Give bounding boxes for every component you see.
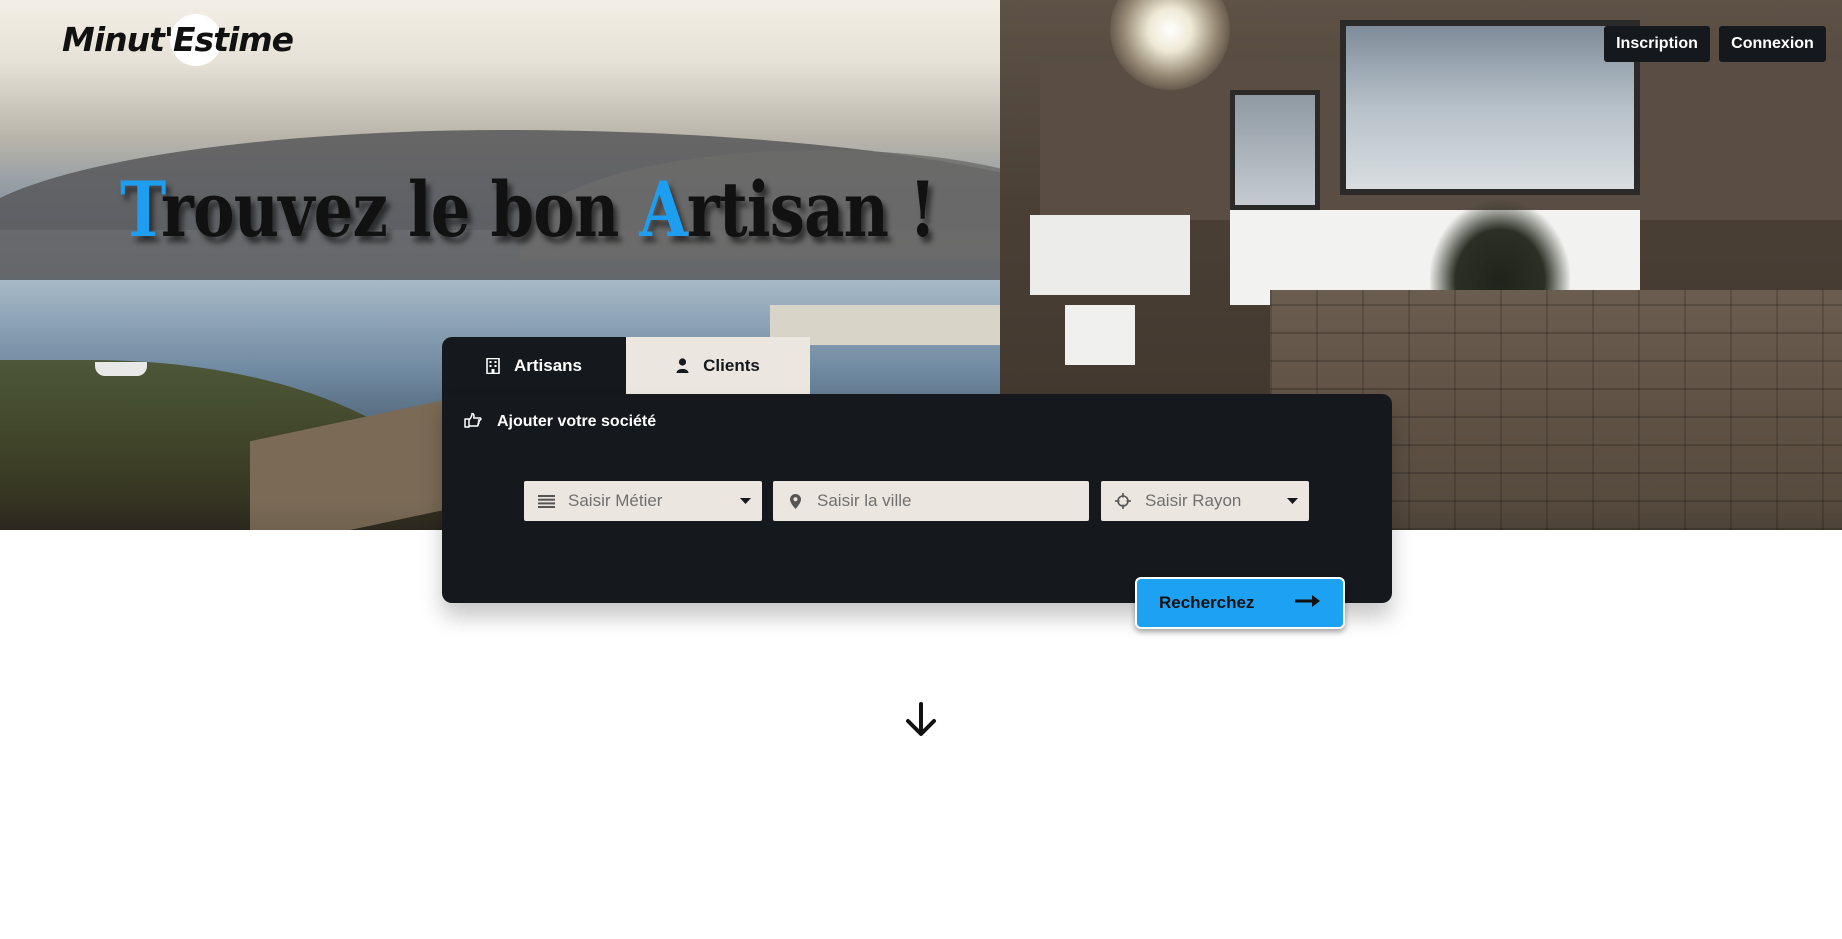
title-accent-letter: A: [639, 165, 687, 254]
inscription-button[interactable]: Inscription: [1604, 26, 1710, 62]
search-button-label: Recherchez: [1159, 593, 1255, 612]
search-button[interactable]: Recherchez: [1135, 577, 1345, 629]
arrow-right-icon: [1295, 593, 1321, 613]
add-company-link[interactable]: Ajouter votre société: [464, 410, 656, 434]
building-window: [1340, 20, 1640, 195]
connexion-button[interactable]: Connexion: [1719, 26, 1826, 62]
crosshairs-icon: [1101, 493, 1145, 509]
caret-down-icon: [1275, 498, 1309, 504]
caret-down-icon: [728, 498, 762, 504]
plant: [1430, 200, 1570, 290]
metier-placeholder: Saisir Métier: [568, 491, 663, 510]
rayon-select[interactable]: Saisir Rayon: [1101, 481, 1309, 521]
logo-text: Minut'Estime: [62, 19, 294, 59]
balcony-lower: [1030, 215, 1190, 295]
user-icon: [676, 358, 689, 373]
hand-point-right-icon: [464, 412, 482, 433]
title-accent-letter: T: [120, 165, 162, 254]
rayon-placeholder: Saisir Rayon: [1145, 491, 1242, 510]
metier-select[interactable]: Saisir Métier: [524, 481, 762, 521]
tab-clients[interactable]: Clients: [626, 337, 810, 394]
map-marker-icon: [773, 493, 817, 509]
arrow-down-icon[interactable]: [905, 702, 937, 738]
tab-clients-label: Clients: [703, 355, 760, 375]
ville-placeholder: Saisir la ville: [817, 491, 912, 510]
building-icon: [486, 357, 500, 374]
tab-artisans-label: Artisans: [513, 355, 583, 375]
wall-block: [1065, 305, 1135, 365]
logo[interactable]: Minut'Estime: [62, 14, 294, 66]
building-window-small: [1230, 90, 1320, 210]
list-icon: [524, 494, 568, 508]
title-text: rtisan !: [686, 165, 936, 254]
page-title: Trouvez le bon Artisan !: [120, 165, 936, 254]
tab-artisans[interactable]: Artisans: [442, 337, 626, 394]
title-text: rouvez le bon: [161, 165, 640, 254]
boat: [95, 362, 147, 376]
add-company-label: Ajouter votre société: [497, 413, 657, 430]
ville-input[interactable]: Saisir la ville: [773, 481, 1089, 521]
